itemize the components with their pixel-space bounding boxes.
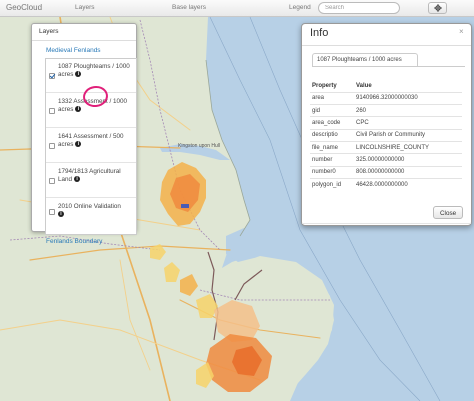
property-key: area (310, 91, 354, 105)
property-key: gid (310, 104, 354, 117)
table-row: descriptio Civil Parish or Community (310, 128, 462, 142)
layer-label: 1641 Assessment / 500 acres i (58, 133, 124, 148)
property-value: 46428.0000000000 (354, 177, 462, 191)
property-value: 808.00000000000 (354, 165, 462, 179)
property-key: polygon_id (310, 177, 354, 191)
tab-layer[interactable]: 1087 Ploughteams / 1000 acres (312, 53, 418, 67)
property-value: 325.00000000000 (354, 153, 462, 167)
menu-layers[interactable]: Layers (75, 4, 95, 11)
crosshair-icon (433, 4, 442, 12)
property-key: number0 (310, 165, 354, 179)
info-panel-title: Info (310, 27, 329, 39)
info-icon[interactable]: i (75, 141, 82, 148)
divider (32, 40, 136, 41)
layer-checkbox[interactable] (49, 178, 55, 184)
layer-checkbox[interactable] (49, 108, 55, 114)
layer-item-1794[interactable]: 1794/1813 Agricultural Land i (46, 164, 136, 198)
layer-group-title[interactable]: Medieval Fenlands (46, 47, 101, 54)
property-key: file_name (310, 140, 354, 154)
locate-button[interactable] (428, 2, 447, 14)
property-value: CPC (354, 116, 462, 130)
layer-item-2010[interactable]: 2010 Online Validation i (46, 199, 136, 233)
column-header: Value (356, 82, 372, 89)
property-value: LINCOLNSHIRE_COUNTY (354, 140, 462, 154)
property-key: number (310, 153, 354, 167)
table-row: number0 808.00000000000 (310, 165, 462, 179)
table-row: area 9140966.32000000030 (310, 91, 462, 105)
info-icon[interactable]: i (74, 176, 81, 183)
table-row: gid 260 (310, 104, 462, 117)
layer-checkbox[interactable] (49, 143, 55, 149)
menu-legend[interactable]: Legend (289, 4, 311, 11)
close-button[interactable]: Close (433, 206, 463, 219)
property-value: 260 (354, 104, 462, 117)
table-row: polygon_id 46428.0000000000 (310, 177, 462, 191)
property-key: area_code (310, 116, 354, 130)
layers-panel: Layers Medieval Fenlands 1087 Ploughteam… (31, 23, 137, 245)
layer-label: 2010 Online Validation i (58, 203, 121, 218)
layer-checkbox[interactable] (49, 209, 55, 215)
layer-label: 1087 Ploughteams / 1000 acres i (58, 63, 130, 78)
layer-list: 1087 Ploughteams / 1000 acres i 1332 Asse… (45, 58, 137, 235)
table-header: Property Value (310, 80, 462, 92)
divider (302, 45, 471, 46)
info-icon[interactable]: i (75, 106, 82, 113)
brand-logo[interactable]: GeoCloud (6, 3, 42, 12)
info-icon[interactable]: i (58, 211, 64, 218)
top-navbar: GeoCloud Layers Base layers Legend (0, 0, 474, 17)
property-key: descriptio (310, 128, 354, 142)
table-row: area_code CPC (310, 116, 462, 130)
properties-table: Property Value area 9140966.32000000030 g… (310, 80, 462, 191)
layer-group-footer[interactable]: Fenlands Boundary (46, 238, 102, 245)
divider (302, 223, 471, 224)
table-row: number 325.00000000000 (310, 153, 462, 167)
search-input[interactable] (318, 2, 400, 14)
layer-checkbox[interactable] (49, 73, 55, 79)
layers-panel-title: Layers (39, 28, 59, 35)
property-value: 9140966.32000000030 (354, 91, 462, 105)
property-value: Civil Parish or Community (354, 128, 462, 142)
map-place-label: Kingston upon Hull (178, 143, 220, 149)
info-icon[interactable]: i (75, 71, 82, 78)
layer-label: 1794/1813 Agricultural Land i (58, 168, 121, 183)
menu-base-layers[interactable]: Base layers (172, 4, 206, 11)
layer-item-1641[interactable]: 1641 Assessment / 500 acres i (46, 129, 136, 163)
divider (312, 66, 465, 67)
table-row: file_name LINCOLNSHIRE_COUNTY (310, 140, 462, 154)
close-icon[interactable]: × (459, 27, 464, 36)
column-header: Property (312, 82, 337, 89)
